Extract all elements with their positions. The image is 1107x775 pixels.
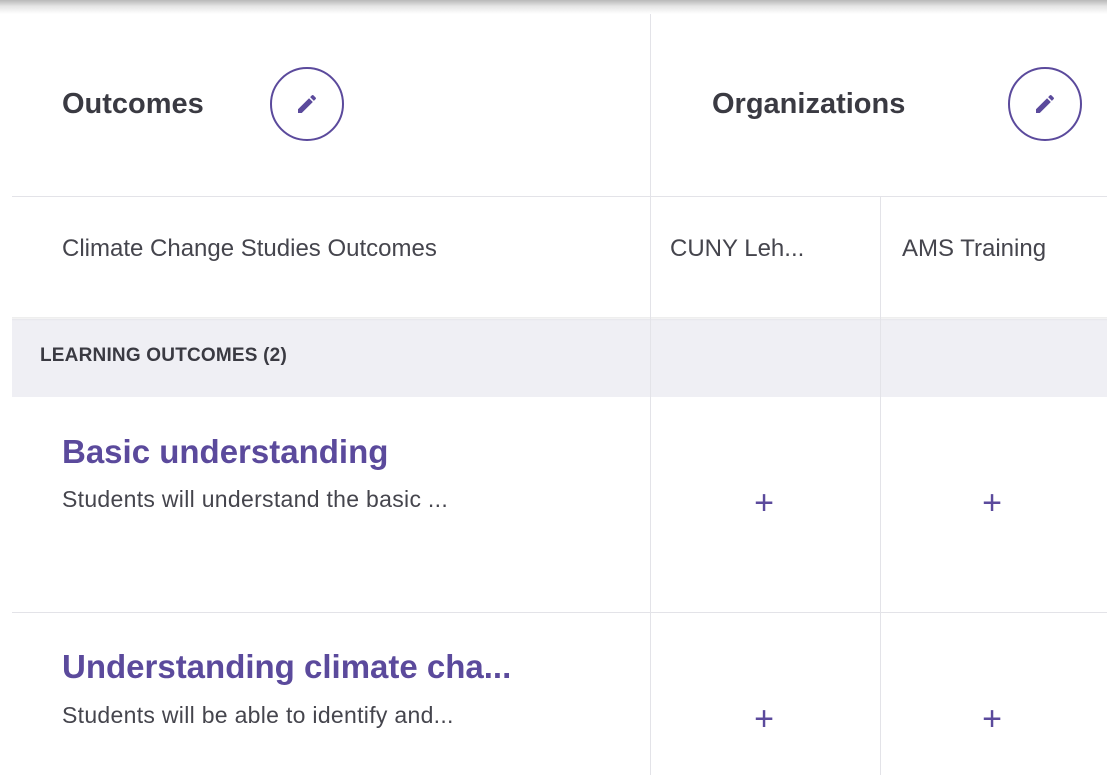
pencil-icon [298,94,317,113]
organization-column-label[interactable]: AMS Training [902,235,1046,263]
outcome-title-link[interactable]: Basic understanding [62,433,388,471]
edit-outcomes-button[interactable] [270,67,344,141]
column-divider-outcomes [650,14,651,775]
row-divider [12,612,1107,613]
organization-column-label[interactable]: CUNY Leh... [670,235,804,263]
outcome-title-link[interactable]: Understanding climate cha... [62,648,511,686]
outcome-description: Students will understand the basic ... [62,486,449,512]
section-label: LEARNING OUTCOMES (2) [40,345,287,366]
add-mapping-button[interactable]: + [742,481,786,525]
top-shadow [0,0,1107,14]
outcomes-header-title: Outcomes [62,88,204,120]
organizations-header-title: Organizations [712,88,906,120]
column-divider-organizations [880,196,881,775]
edit-organizations-button[interactable] [1008,67,1082,141]
outcome-mapping-grid: Outcomes Organizations Climate Change St… [0,0,1107,775]
add-mapping-button[interactable]: + [742,697,786,741]
header-divider [12,196,1107,197]
pencil-icon [1036,94,1055,113]
section-band-shadow [12,317,1107,321]
outcome-description: Students will be able to identify and... [62,702,454,728]
outcome-set-label: Climate Change Studies Outcomes [62,235,437,262]
add-mapping-button[interactable]: + [970,481,1014,525]
add-mapping-button[interactable]: + [970,697,1014,741]
